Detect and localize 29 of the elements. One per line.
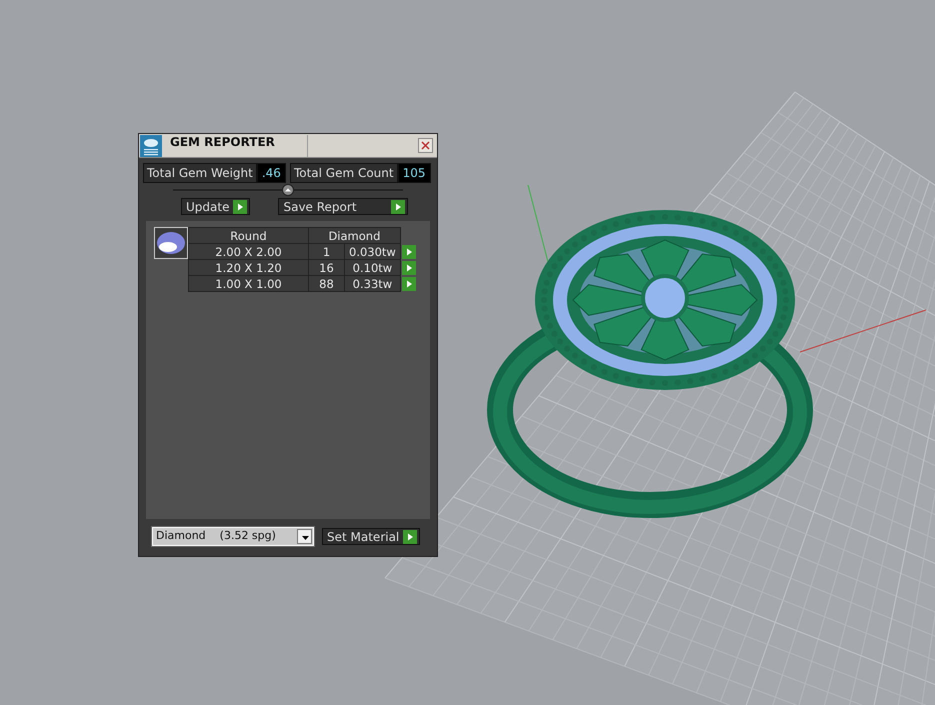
total-value: 105 [398,163,431,183]
panel-title: GEM REPORTER [162,134,308,156]
table-cell: 1.20 X 1.20 [188,260,308,276]
gem-app-icon [140,134,162,156]
material-dropdown[interactable]: Diamond (3.52 spg) [152,527,314,546]
update-button[interactable]: Update [181,198,250,215]
splitter-handle[interactable] [173,184,403,196]
table-cell: 2.00 X 2.00 [188,244,308,260]
table-cell: 1.00 X 1.00 [188,276,308,292]
set-material-button[interactable]: Set Material [322,528,420,545]
column-header: Round [188,228,308,244]
play-arrow-button[interactable] [402,260,416,275]
total-label: Total Gem Count [290,163,398,183]
play-arrow-button[interactable] [402,276,416,291]
close-icon [421,140,430,150]
total-value: .46 [256,163,286,183]
close-button[interactable] [418,138,433,153]
table-cell: 0.030tw [344,244,400,260]
table-cell: 16 [308,260,344,276]
gem-icon [154,227,188,259]
total-label: Total Gem Weight [143,163,257,183]
table-cell: 1 [308,244,344,260]
table-cell: 0.33tw [344,276,400,292]
table-cell: 0.10tw [344,260,400,276]
caret-icon [297,529,312,544]
table-cell: 88 [308,276,344,292]
save-report-button[interactable]: Save Report [278,198,408,215]
play-arrow-button[interactable] [402,244,416,259]
column-header: Diamond [308,228,400,244]
